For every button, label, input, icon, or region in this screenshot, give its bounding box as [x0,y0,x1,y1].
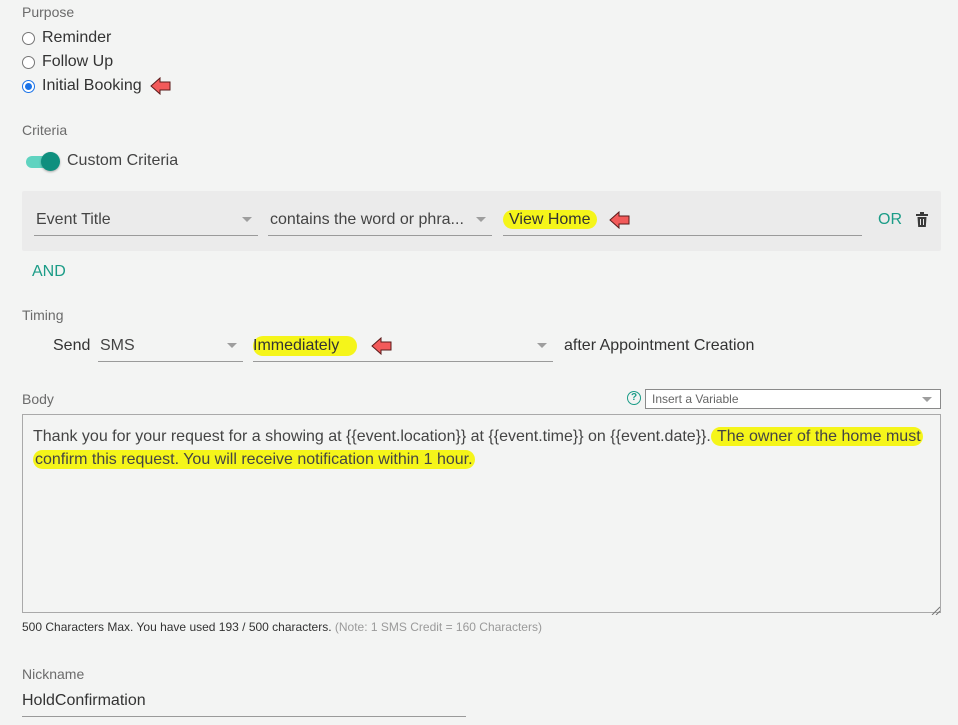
chevron-down-icon [227,343,237,348]
criteria-operator-value: contains the word or phra... [270,210,464,228]
chevron-down-icon [922,396,932,402]
red-arrow-annotation-icon [371,336,393,355]
timing-suffix: after Appointment Creation [564,337,755,354]
radio-label: Reminder [42,29,112,46]
timing-select[interactable]: Immediately [253,330,553,362]
toggle-knob [41,152,60,171]
nickname-input[interactable]: HoldConfirmation [22,686,466,717]
timing-label: Timing [22,307,64,323]
custom-criteria-toggle-row[interactable]: Custom Criteria [24,151,178,171]
criteria-field-value: Event Title [36,210,111,228]
insert-variable-placeholder: Insert a Variable [652,392,739,406]
radio-button-selected[interactable] [22,79,35,93]
custom-criteria-toggle[interactable] [24,151,60,171]
body-text-plain: Thank you for your request for a showing… [33,428,711,445]
trash-icon[interactable] [916,212,928,227]
chevron-down-icon [242,217,252,222]
help-icon[interactable]: ? [627,391,641,405]
channel-value: SMS [100,336,135,354]
chevron-down-icon [476,217,486,222]
criteria-field-select[interactable]: Event Title [34,204,258,236]
resize-handle-icon[interactable] [930,602,941,616]
radio-follow-up[interactable]: Follow Up [22,50,113,74]
criteria-operator-select[interactable]: contains the word or phra... [268,204,492,236]
radio-button[interactable] [22,55,35,69]
send-label: Send [53,337,91,354]
radio-reminder[interactable]: Reminder [22,26,111,50]
body-text-highlight-1: The owner of the home must [710,427,923,446]
channel-select[interactable]: SMS [98,330,243,362]
highlighted-value: View Home [503,209,597,229]
character-counter: 500 Characters Max. You have used 193 / … [22,620,542,634]
counter-text: 500 Characters Max. You have used 193 / … [22,620,332,634]
body-textarea[interactable]: Thank you for your request for a showing… [22,414,941,613]
criteria-value-text: View Home [503,209,597,229]
purpose-label: Purpose [22,4,75,20]
chevron-down-icon [537,343,547,348]
highlighted-value: Immediately [253,335,358,356]
body-label: Body [22,391,54,407]
nickname-value: HoldConfirmation [22,692,146,709]
counter-note: (Note: 1 SMS Credit = 160 Characters) [334,620,542,634]
radio-label: Initial Booking [42,77,142,94]
criteria-value-input[interactable]: View Home [503,204,862,236]
red-arrow-annotation-icon [149,76,172,96]
red-arrow-annotation-icon [608,210,631,229]
radio-button[interactable] [22,31,35,45]
timing-value: Immediately [253,335,537,356]
body-text-highlight-2: confirm this request. You will receive n… [33,450,475,469]
radio-label: Follow Up [42,53,114,70]
and-button[interactable]: AND [32,263,66,281]
criteria-rule-box: Event Title contains the word or phra...… [22,191,941,251]
radio-initial-booking[interactable]: Initial Booking [22,74,172,98]
criteria-label: Criteria [22,122,68,138]
or-button[interactable]: OR [878,211,902,229]
insert-variable-select[interactable]: Insert a Variable [645,389,941,409]
custom-criteria-label: Custom Criteria [67,152,179,169]
nickname-label: Nickname [22,666,85,682]
